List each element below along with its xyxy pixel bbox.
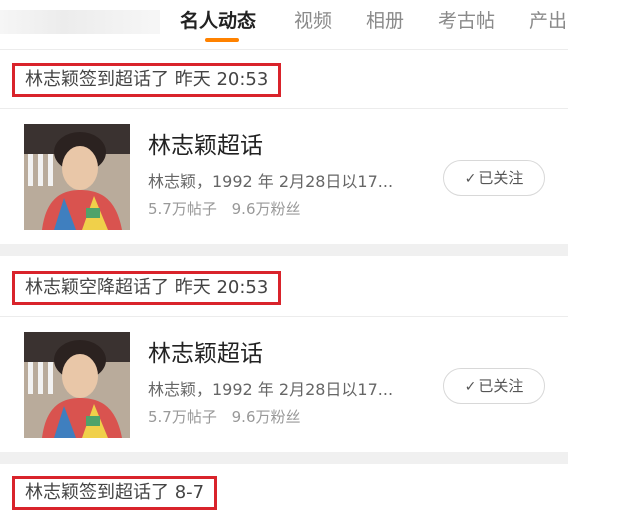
event-header: 林志颖空降超话了 昨天 20:53	[12, 271, 282, 305]
tab-archive-posts[interactable]: 考古帖	[438, 6, 495, 33]
tab-bar: 名人动态 视频 相册 考古帖 产出	[0, 0, 620, 48]
fans-count: 9.6万粉丝	[231, 200, 301, 218]
active-tab-indicator	[205, 38, 239, 42]
divider	[0, 108, 568, 109]
card-description: 林志颖，1992 年 2月28日以17...	[148, 380, 394, 399]
fans-count: 9.6万粉丝	[231, 408, 301, 426]
event-header: 林志颖签到超话了 昨天 20:53	[12, 63, 282, 97]
page-margin	[568, 0, 620, 527]
section-gap	[0, 452, 568, 464]
avatar-photo-illustration	[24, 124, 130, 230]
avatar-photo-illustration	[24, 332, 130, 438]
card-title[interactable]: 林志颖超话	[148, 126, 263, 160]
divider	[0, 49, 568, 50]
event-header: 林志颖签到超话了 8-7	[12, 476, 218, 510]
supertopic-card[interactable]: 林志颖超话 林志颖，1992 年 2月28日以17... 5.7万帖子 9.6万…	[0, 124, 568, 234]
posts-count: 5.7万帖子	[148, 408, 217, 426]
tab-output[interactable]: 产出	[529, 6, 567, 33]
tab-videos[interactable]: 视频	[294, 6, 332, 33]
card-description: 林志颖，1992 年 2月28日以17...	[148, 172, 394, 191]
section-gap	[0, 244, 568, 256]
card-title[interactable]: 林志颖超话	[148, 334, 263, 368]
posts-count: 5.7万帖子	[148, 200, 217, 218]
card-stats: 5.7万帖子 9.6万粉丝	[148, 406, 311, 427]
tab-albums[interactable]: 相册	[366, 6, 404, 33]
avatar	[24, 124, 130, 230]
blurred-tab-area	[0, 10, 160, 34]
divider	[0, 316, 568, 317]
check-icon: ✓	[464, 379, 477, 395]
supertopic-card[interactable]: 林志颖超话 林志颖，1992 年 2月28日以17... 5.7万帖子 9.6万…	[0, 332, 568, 442]
card-stats: 5.7万帖子 9.6万粉丝	[148, 198, 311, 219]
follow-label: 已关注	[478, 169, 524, 187]
tab-celebrity-updates[interactable]: 名人动态	[180, 6, 256, 33]
avatar	[24, 332, 130, 438]
followed-button[interactable]: ✓ 已关注	[443, 160, 545, 196]
follow-label: 已关注	[478, 377, 524, 395]
followed-button[interactable]: ✓ 已关注	[443, 368, 545, 404]
check-icon: ✓	[464, 171, 477, 187]
